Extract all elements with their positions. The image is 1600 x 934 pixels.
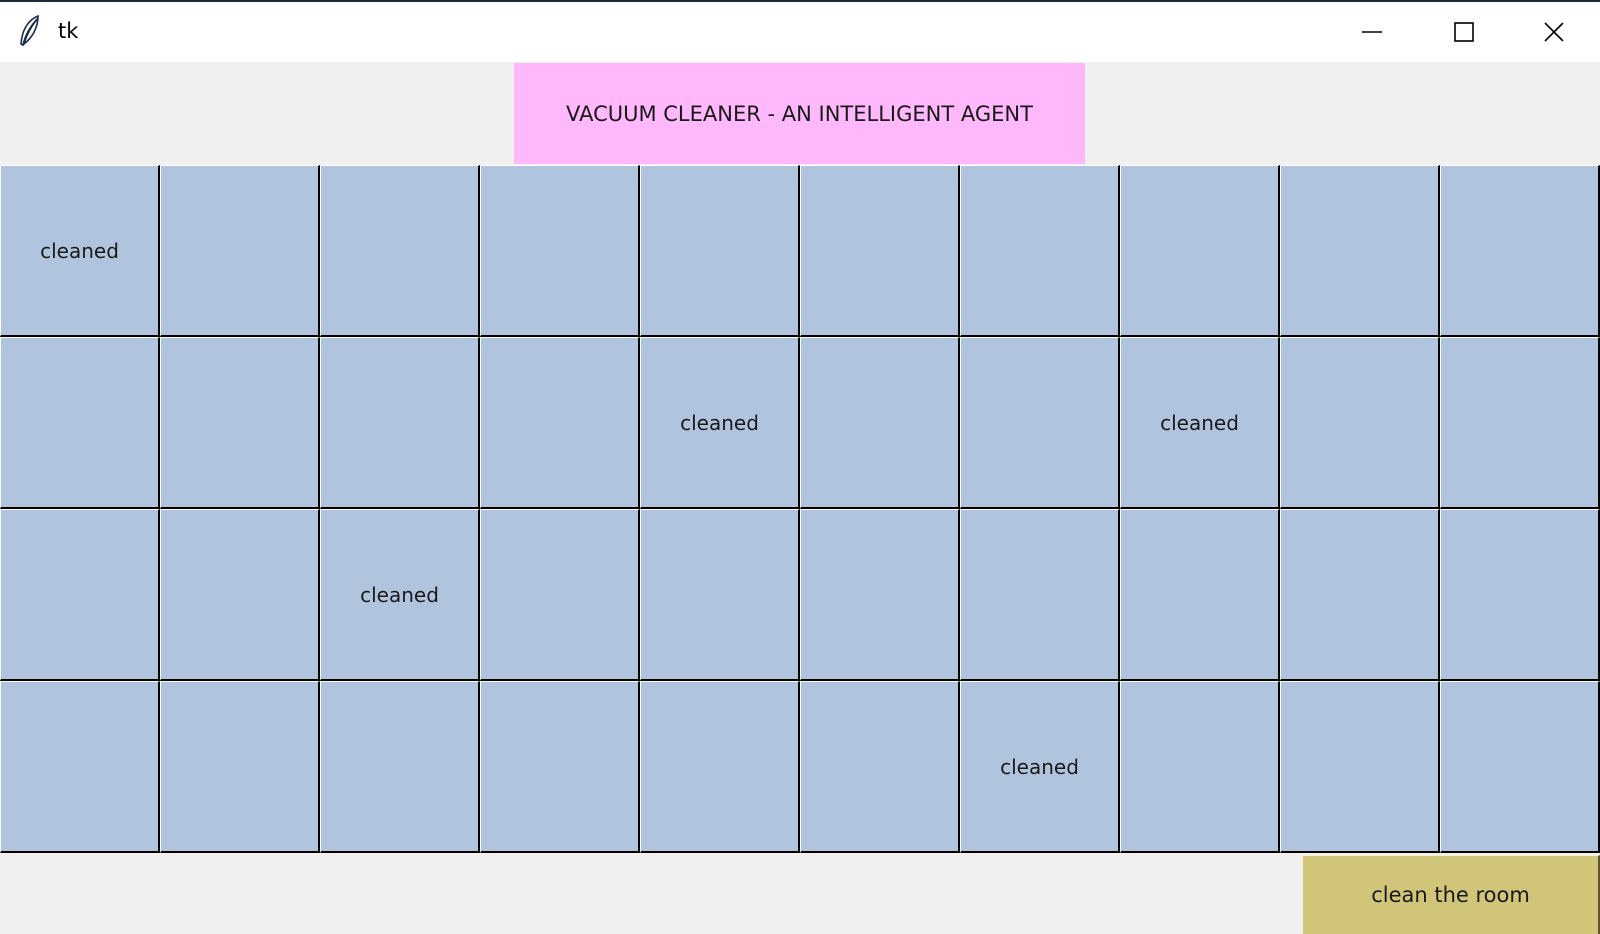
app-window: tk VACUUM CLEANER - AN INTELLIGENT AGENT… <box>0 2 1600 934</box>
banner-title: VACUUM CLEANER - AN INTELLIGENT AGENT <box>566 101 1033 126</box>
room-cell-r1-c5 <box>640 165 800 337</box>
room-cell-r2-c2 <box>160 337 320 509</box>
room-cell-r2-c4 <box>480 337 640 509</box>
cell-status-label: cleaned <box>680 410 759 435</box>
room-cell-r3-c6 <box>800 509 960 681</box>
room-cell-r3-c7 <box>960 509 1120 681</box>
cell-status-label: cleaned <box>1000 754 1079 779</box>
room-cell-r4-c4 <box>480 681 640 853</box>
cell-status-label: cleaned <box>360 582 439 607</box>
room-cell-r3-c10 <box>1440 509 1600 681</box>
room-cell-r2-c7 <box>960 337 1120 509</box>
room-cell-r4-c8 <box>1120 681 1280 853</box>
clean-room-button[interactable]: clean the room <box>1302 855 1600 934</box>
maximize-button[interactable] <box>1418 2 1510 62</box>
room-cell-r1-c9 <box>1280 165 1440 337</box>
clean-room-button-label: clean the room <box>1371 883 1530 907</box>
room-cell-r4-c6 <box>800 681 960 853</box>
room-cell-r3-c3: cleaned <box>320 509 480 681</box>
room-cell-r3-c5 <box>640 509 800 681</box>
room-cell-r3-c1 <box>0 509 160 681</box>
minimize-button[interactable] <box>1326 2 1418 62</box>
room-cell-r2-c10 <box>1440 337 1600 509</box>
app-banner: VACUUM CLEANER - AN INTELLIGENT AGENT <box>514 63 1085 164</box>
maximize-icon <box>1453 21 1475 43</box>
room-cell-r2-c9 <box>1280 337 1440 509</box>
room-cell-r1-c8 <box>1120 165 1280 337</box>
room-cell-r1-c4 <box>480 165 640 337</box>
room-cell-r1-c3 <box>320 165 480 337</box>
window-title: tk <box>58 19 79 43</box>
room-cell-r4-c7: cleaned <box>960 681 1120 853</box>
room-cell-r1-c1: cleaned <box>0 165 160 337</box>
title-bar[interactable]: tk <box>0 2 1600 62</box>
room-cell-r4-c9 <box>1280 681 1440 853</box>
room-cell-r4-c3 <box>320 681 480 853</box>
room-cell-r2-c5: cleaned <box>640 337 800 509</box>
room-cell-r4-c10 <box>1440 681 1600 853</box>
room-cell-r2-c3 <box>320 337 480 509</box>
room-cell-r1-c10 <box>1440 165 1600 337</box>
tk-feather-icon <box>16 14 44 48</box>
room-cell-r4-c2 <box>160 681 320 853</box>
room-cell-r3-c2 <box>160 509 320 681</box>
room-cell-r2-c1 <box>0 337 160 509</box>
room-cell-r4-c1 <box>0 681 160 853</box>
room-cell-r2-c6 <box>800 337 960 509</box>
minimize-icon <box>1361 21 1383 43</box>
close-button[interactable] <box>1508 2 1600 62</box>
room-cell-r1-c7 <box>960 165 1120 337</box>
room-cell-r4-c5 <box>640 681 800 853</box>
room-cell-r1-c6 <box>800 165 960 337</box>
room-cell-r2-c8: cleaned <box>1120 337 1280 509</box>
close-icon <box>1543 21 1565 43</box>
room-cell-r1-c2 <box>160 165 320 337</box>
cell-status-label: cleaned <box>40 238 119 263</box>
room-cell-r3-c8 <box>1120 509 1280 681</box>
room-cell-r3-c9 <box>1280 509 1440 681</box>
room-cell-r3-c4 <box>480 509 640 681</box>
cell-status-label: cleaned <box>1160 410 1239 435</box>
room-grid: cleaned cleaned cleaned cleaned cleaned <box>0 165 1600 853</box>
